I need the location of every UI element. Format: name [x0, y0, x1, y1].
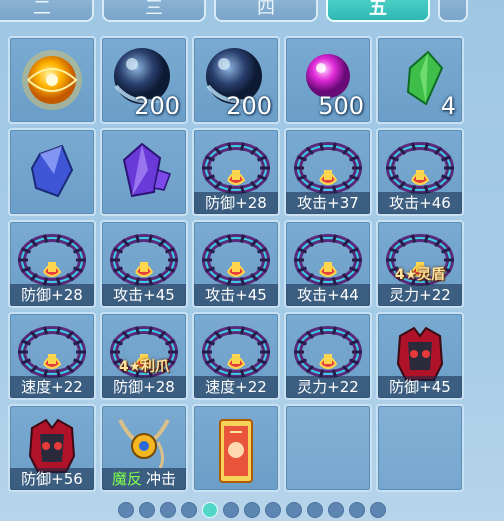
item-stat: 防御+45	[378, 376, 462, 398]
tab-label: 二	[33, 0, 51, 19]
item-stat-text: 灵力+22	[389, 286, 451, 304]
item-quantity: 500	[318, 92, 364, 120]
tab-4[interactable]: 四	[214, 0, 318, 22]
page-indicator	[0, 499, 504, 521]
inventory-grid: 200 200 500 4 防御+28 攻击+37 攻击+46 防御+28 攻击…	[8, 36, 464, 492]
item-stat-text: 攻击+45	[205, 286, 267, 304]
inventory-slot[interactable]: 200	[100, 36, 188, 124]
page-dot[interactable]	[202, 502, 218, 518]
item-stat: 防御+56	[10, 468, 94, 490]
tab-label: 三	[145, 0, 163, 19]
item-stat: 攻击+44	[286, 284, 370, 306]
inventory-slot[interactable]: 防御+45	[376, 312, 464, 400]
inventory-slot[interactable]: 速度+22	[192, 312, 280, 400]
item-stat-text: 攻击+37	[297, 194, 359, 212]
item-stat: 灵力+22	[286, 376, 370, 398]
inventory-slot[interactable]: 攻击+45	[100, 220, 188, 308]
inventory-slot[interactable]: 魔反 冲击	[100, 404, 188, 492]
inventory-slot[interactable]: 攻击+37	[284, 128, 372, 216]
item-stat-text: 攻击+44	[297, 286, 359, 304]
tab-6[interactable]	[438, 0, 468, 22]
page-dot[interactable]	[139, 502, 155, 518]
inventory-slot[interactable]: 灵力+22	[284, 312, 372, 400]
item-stat: 防御+28	[10, 284, 94, 306]
tab-label: 五	[369, 0, 387, 19]
empty-inventory-slot[interactable]	[376, 404, 464, 492]
inventory-slot[interactable]	[192, 404, 280, 492]
tab-2[interactable]: 二	[0, 0, 94, 22]
inventory-slot[interactable]	[8, 128, 96, 216]
inventory-slot[interactable]: 4★利爪防御+28	[100, 312, 188, 400]
item-quantity: 200	[134, 92, 180, 120]
item-stat-prefix: 魔反	[111, 470, 142, 488]
page-dot[interactable]	[307, 502, 323, 518]
item-stat-text: 防御+28	[21, 286, 83, 304]
item-stat-text: 防御+28	[113, 378, 175, 396]
item-tag: 4★利爪	[118, 359, 170, 375]
item-stat: 防御+28	[102, 376, 186, 398]
item-stat-text: 防御+45	[389, 378, 451, 396]
item-stat: 速度+22	[194, 376, 278, 398]
inventory-slot[interactable]	[100, 128, 188, 216]
item-stat: 魔反 冲击	[102, 468, 186, 490]
inventory-slot[interactable]: 防御+28	[8, 220, 96, 308]
page-dot[interactable]	[370, 502, 386, 518]
item-stat-text: 速度+22	[205, 378, 267, 396]
inventory-slot[interactable]: 200	[192, 36, 280, 124]
item-stat-text: 防御+56	[21, 470, 83, 488]
page-dot[interactable]	[286, 502, 302, 518]
inventory-slot[interactable]: 速度+22	[8, 312, 96, 400]
item-stat: 攻击+45	[102, 284, 186, 306]
item-stat-text: 防御+28	[205, 194, 267, 212]
tab-label: 四	[257, 0, 275, 19]
item-tag: 4★灵盾	[394, 267, 446, 283]
item-stat: 速度+22	[10, 376, 94, 398]
page-dot[interactable]	[223, 502, 239, 518]
item-quantity: 200	[226, 92, 272, 120]
item-stat: 攻击+46	[378, 192, 462, 214]
empty-inventory-slot[interactable]	[284, 404, 372, 492]
item-stat: 防御+28	[194, 192, 278, 214]
inventory-slot[interactable]: 攻击+46	[376, 128, 464, 216]
inventory-slot[interactable]: 防御+56	[8, 404, 96, 492]
item-stat: 灵力+22	[378, 284, 462, 306]
inventory-slot[interactable]	[8, 36, 96, 124]
page-dot[interactable]	[244, 502, 260, 518]
item-stat-text: 冲击	[146, 470, 177, 488]
tab-5[interactable]: 五	[326, 0, 430, 22]
item-stat-text: 攻击+46	[389, 194, 451, 212]
page-dot[interactable]	[118, 502, 134, 518]
item-stat-text: 速度+22	[21, 378, 83, 396]
inventory-slot[interactable]: 攻击+44	[284, 220, 372, 308]
inventory-slot[interactable]: 攻击+45	[192, 220, 280, 308]
page-dot[interactable]	[328, 502, 344, 518]
item-stat: 攻击+37	[286, 192, 370, 214]
item-stat-text: 攻击+45	[113, 286, 175, 304]
item-quantity: 4	[440, 92, 456, 120]
tab-bar: 二 三 四 五	[0, 0, 504, 26]
tab-3[interactable]: 三	[102, 0, 206, 22]
page-dot[interactable]	[160, 502, 176, 518]
inventory-slot[interactable]: 500	[284, 36, 372, 124]
item-stat-text: 灵力+22	[297, 378, 359, 396]
item-stat: 攻击+45	[194, 284, 278, 306]
page-dot[interactable]	[349, 502, 365, 518]
inventory-slot[interactable]: 防御+28	[192, 128, 280, 216]
inventory-slot[interactable]: 4	[376, 36, 464, 124]
page-dot[interactable]	[265, 502, 281, 518]
inventory-slot[interactable]: 4★灵盾灵力+22	[376, 220, 464, 308]
page-dot[interactable]	[181, 502, 197, 518]
